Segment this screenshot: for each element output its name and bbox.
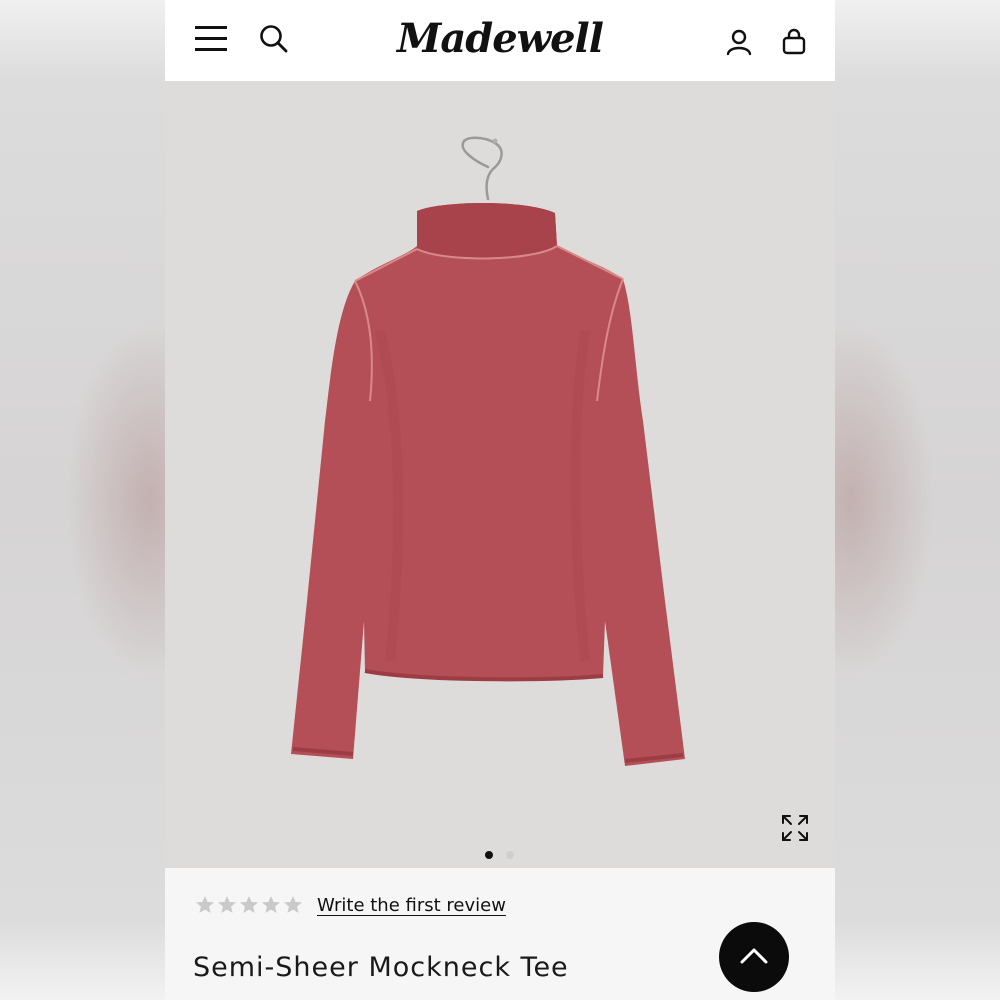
- rating-stars: [195, 895, 307, 917]
- expand-arrows-icon[interactable]: [780, 813, 810, 843]
- hanger-illustration: [461, 136, 503, 201]
- star-empty-icon: [196, 896, 214, 913]
- star-empty-icon: [262, 896, 280, 913]
- star-empty-icon: [218, 896, 236, 913]
- product-image-gallery[interactable]: [165, 81, 835, 868]
- chevron-up-icon: [740, 948, 768, 964]
- background-blur-right: [835, 0, 1000, 1000]
- product-title: Semi-Sheer Mockneck Tee: [193, 952, 569, 983]
- account-icon[interactable]: [725, 28, 753, 56]
- search-icon[interactable]: [259, 24, 289, 54]
- madewell-logo[interactable]: Madewell: [395, 10, 605, 68]
- mockneck-tee-illustration: [291, 203, 685, 766]
- product-info: Write the first review Semi-Sheer Mockne…: [165, 868, 835, 1000]
- mobile-page: Madewell Write the first review Semi-She…: [165, 0, 835, 1000]
- write-review-link[interactable]: Write the first review: [317, 895, 506, 916]
- scroll-to-top-button[interactable]: [719, 922, 789, 992]
- gallery-pagination: [483, 851, 523, 861]
- star-empty-icon: [240, 896, 258, 913]
- background-blur-left: [0, 0, 165, 1000]
- star-empty-icon: [284, 896, 302, 913]
- hamburger-menu-icon[interactable]: [195, 24, 229, 54]
- pagination-dot-active[interactable]: [485, 851, 493, 859]
- shopping-bag-icon[interactable]: [781, 28, 807, 56]
- pagination-dot[interactable]: [506, 851, 514, 859]
- site-header: Madewell: [165, 0, 835, 81]
- product-image[interactable]: [165, 81, 835, 868]
